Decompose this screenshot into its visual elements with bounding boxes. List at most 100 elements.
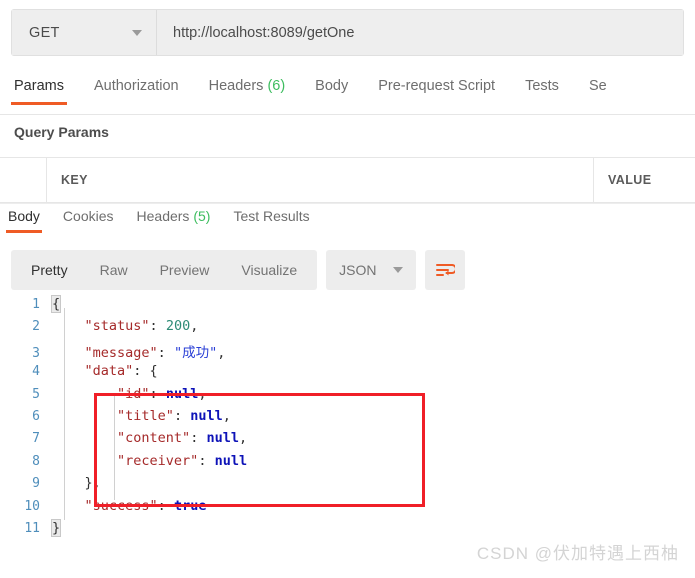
code-token: null xyxy=(165,385,199,402)
request-tab-label: Pre-request Script xyxy=(378,78,496,94)
response-tab-body[interactable]: Body xyxy=(6,208,42,233)
response-format-label: JSON xyxy=(339,262,377,278)
code-token: : xyxy=(198,452,215,469)
request-tab-pre-request-script[interactable]: Pre-request Script xyxy=(378,78,495,104)
code-token: , xyxy=(190,318,199,335)
request-tab-tests[interactable]: Tests xyxy=(525,78,559,104)
code-line-content: "status": 200, xyxy=(52,318,199,335)
response-tabs: Body Cookies Headers (5) Test Results xyxy=(0,208,695,241)
code-token: , xyxy=(198,385,207,402)
code-token: : xyxy=(157,497,174,514)
column-header-value-label: VALUE xyxy=(608,173,652,187)
response-tab-label: Body xyxy=(8,208,40,224)
line-number: 11 xyxy=(24,520,40,536)
code-line: 7 "content": null, xyxy=(0,430,695,452)
request-tab-label: Body xyxy=(315,78,349,94)
code-line-content: "id": null, xyxy=(52,386,206,402)
code-token: "receiver" xyxy=(117,452,199,469)
code-token: "id" xyxy=(117,385,150,402)
code-token: "status" xyxy=(84,318,150,335)
code-token: : xyxy=(149,385,166,402)
code-token: "成功" xyxy=(173,344,218,361)
code-line: 10 "success": true xyxy=(0,498,695,520)
chevron-down-icon xyxy=(392,267,403,273)
column-header-value: VALUE xyxy=(594,158,695,202)
code-token: : { xyxy=(133,363,158,380)
column-header-key-label: KEY xyxy=(61,173,88,187)
request-tab-params[interactable]: Params xyxy=(11,78,67,105)
code-line: 9 }, xyxy=(0,475,695,497)
code-token: , xyxy=(238,430,248,447)
view-mode-pretty[interactable]: Pretty xyxy=(15,250,84,290)
response-toolbar: Pretty Raw Preview Visualize JSON xyxy=(11,250,465,290)
code-token: null xyxy=(206,430,239,447)
request-tab-headers[interactable]: Headers (6) xyxy=(209,78,286,104)
code-line: 5 "id": null, xyxy=(0,386,695,408)
wrap-lines-icon xyxy=(435,264,455,276)
wrap-arrow-head xyxy=(445,270,449,276)
wrap-lines-button[interactable] xyxy=(424,250,465,290)
response-tab-test-results[interactable]: Test Results xyxy=(233,208,309,233)
request-tab-body[interactable]: Body xyxy=(315,78,348,104)
code-token: "title" xyxy=(117,407,174,424)
request-tab-se[interactable]: Se xyxy=(589,78,607,104)
code-token: , xyxy=(217,344,226,361)
code-line-content: "receiver": null xyxy=(52,453,247,469)
code-line-content: { xyxy=(50,295,62,313)
request-tab-label: Params xyxy=(14,78,64,94)
http-method-select[interactable]: GET xyxy=(12,10,157,55)
watermark-text: CSDN @伏加特遇上西柚 xyxy=(476,544,679,563)
code-token: null xyxy=(214,452,248,469)
indent-guide-level-1 xyxy=(64,308,65,520)
table-row-divider xyxy=(0,203,695,204)
response-format-select[interactable]: JSON xyxy=(326,250,416,290)
code-token: "success" xyxy=(84,497,158,514)
indent-guide-level-2 xyxy=(114,396,115,500)
code-token: true xyxy=(173,497,207,514)
response-tab-label: Cookies xyxy=(62,208,114,224)
code-line: 3 "message": "成功", xyxy=(0,341,695,363)
request-tab-count: (6) xyxy=(263,78,286,94)
view-mode-raw[interactable]: Raw xyxy=(84,250,144,290)
request-url-input[interactable]: http://localhost:8089/getOne xyxy=(157,10,683,55)
line-number: 5 xyxy=(32,386,40,402)
code-line-content: "data": { xyxy=(52,363,158,379)
code-token: } xyxy=(50,518,62,537)
code-token: }, xyxy=(52,475,101,492)
code-token: null xyxy=(190,407,223,424)
response-view-mode-group: Pretty Raw Preview Visualize xyxy=(11,250,318,290)
response-tab-label: Test Results xyxy=(233,208,310,224)
code-line-content: "message": "成功", xyxy=(52,341,226,361)
code-line: 4 "data": { xyxy=(0,363,695,385)
request-tab-authorization[interactable]: Authorization xyxy=(94,78,179,104)
code-token: : xyxy=(149,318,166,335)
request-tab-label: Headers xyxy=(208,78,264,94)
code-token: "content" xyxy=(117,430,191,447)
line-number: 3 xyxy=(32,345,40,361)
code-line: 2 "status": 200, xyxy=(0,318,695,340)
line-number: 2 xyxy=(32,319,40,335)
line-number: 8 xyxy=(32,453,40,469)
response-tab-headers[interactable]: Headers (5) xyxy=(137,208,211,233)
line-number: 6 xyxy=(32,408,40,424)
code-line: 1{ xyxy=(0,295,695,318)
code-token: : xyxy=(173,407,191,424)
line-number: 4 xyxy=(32,364,40,380)
line-number: 9 xyxy=(32,476,40,492)
code-line-content: "success": true xyxy=(52,497,207,514)
query-params-table-header: KEY VALUE xyxy=(0,157,695,203)
line-number: 10 xyxy=(24,498,40,514)
code-line-content: "title": null, xyxy=(52,408,231,424)
code-token: { xyxy=(50,295,62,313)
code-token: "message" xyxy=(84,344,158,361)
response-body-json-viewer[interactable]: 1{2 "status": 200, 3 "message": "成功", 4 "d… xyxy=(0,295,695,546)
view-mode-visualize[interactable]: Visualize xyxy=(225,250,313,290)
code-line-content: }, xyxy=(52,475,101,491)
select-all-checkbox-cell[interactable] xyxy=(0,158,47,202)
response-tab-cookies[interactable]: Cookies xyxy=(63,208,114,233)
http-method-label: GET xyxy=(29,24,60,41)
view-mode-preview[interactable]: Preview xyxy=(144,250,226,290)
